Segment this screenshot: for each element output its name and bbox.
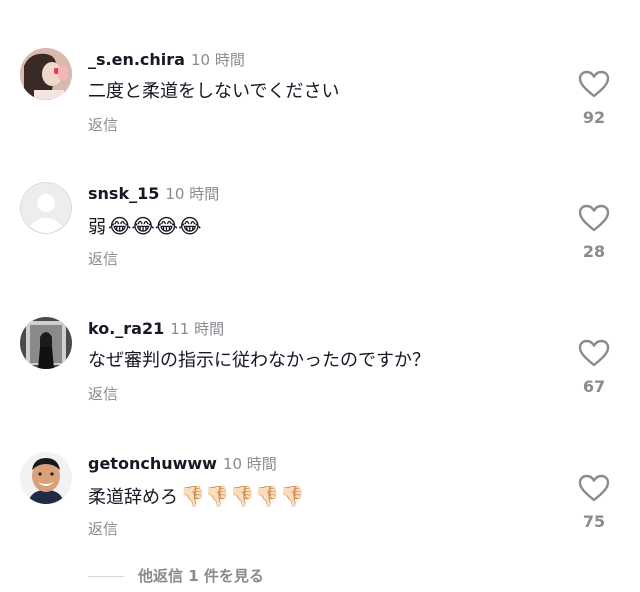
comment-meta: ko._ra21 11 時間: [88, 317, 224, 341]
comment-meta: _s.en.chira 10 時間: [88, 48, 245, 72]
comment-item: _s.en.chira 10 時間 二度と柔道をしないでください 返信 92: [0, 48, 640, 178]
comment-item: ko._ra21 11 時間 なぜ審判の指示に従わなかったのですか？ 返信 67: [0, 317, 640, 447]
timestamp: 11 時間: [170, 320, 225, 338]
comment-text: 二度と柔道をしないでください: [88, 78, 339, 106]
comment-text: 柔道辞めろ 👎🏻👎🏻👎🏻👎🏻👎🏻: [88, 482, 305, 510]
avatar[interactable]: [20, 452, 72, 504]
heart-icon: [578, 339, 610, 367]
like-button[interactable]: [578, 70, 610, 98]
heart-icon: [578, 70, 610, 98]
heart-icon: [578, 204, 610, 232]
avatar[interactable]: [20, 182, 72, 234]
like-count: 75: [582, 512, 606, 531]
like-button[interactable]: [578, 474, 610, 502]
timestamp: 10 時間: [222, 455, 277, 473]
view-more-replies-button[interactable]: 他返信 1 件を見る: [88, 564, 264, 588]
like-button[interactable]: [578, 204, 610, 232]
reply-button[interactable]: 返信: [88, 114, 118, 135]
reply-button[interactable]: 返信: [88, 248, 118, 269]
view-more-replies-label: 他返信 1 件を見る: [138, 567, 264, 585]
timestamp: 10 時間: [190, 51, 245, 69]
comment-body: 弱: [88, 217, 106, 238]
like-count: 67: [582, 377, 606, 396]
thumbs-down-emoji: 👎🏻👎🏻👎🏻👎🏻👎🏻: [180, 484, 305, 508]
avatar[interactable]: [20, 317, 72, 369]
username[interactable]: _s.en.chira: [88, 50, 185, 69]
comment-body: なぜ審判の指示に従わなかったのですか？: [88, 350, 430, 371]
comment-meta: getonchuwww 10 時間: [88, 452, 277, 476]
timestamp: 10 時間: [165, 185, 220, 203]
laughing-emoji: 😂😂😂😂: [108, 214, 202, 238]
comment-meta: snsk_15 10 時間: [88, 182, 219, 206]
comment-text: 弱 😂😂😂😂: [88, 212, 201, 240]
default-avatar-icon: [20, 182, 72, 234]
comment-body: 二度と柔道をしないでください: [88, 81, 340, 102]
comment-text: なぜ審判の指示に従わなかったのですか？: [88, 347, 430, 375]
username[interactable]: snsk_15: [88, 184, 159, 203]
heart-icon: [578, 474, 610, 502]
comment-body: 柔道辞めろ: [88, 487, 178, 508]
reply-button[interactable]: 返信: [88, 518, 118, 539]
comment-item: snsk_15 10 時間 弱 😂😂😂😂 返信 28: [0, 182, 640, 312]
username[interactable]: getonchuwww: [88, 454, 217, 473]
avatar[interactable]: [20, 48, 72, 100]
like-count: 28: [582, 242, 606, 261]
divider-line: [88, 576, 124, 577]
reply-button[interactable]: 返信: [88, 383, 118, 404]
comment-list: _s.en.chira 10 時間 二度と柔道をしないでください 返信 92 sn…: [0, 0, 640, 592]
like-count: 92: [582, 108, 606, 127]
like-button[interactable]: [578, 339, 610, 367]
comment-item: getonchuwww 10 時間 柔道辞めろ 👎🏻👎🏻👎🏻👎🏻👎🏻 返信 75: [0, 452, 640, 582]
username[interactable]: ko._ra21: [88, 319, 164, 338]
